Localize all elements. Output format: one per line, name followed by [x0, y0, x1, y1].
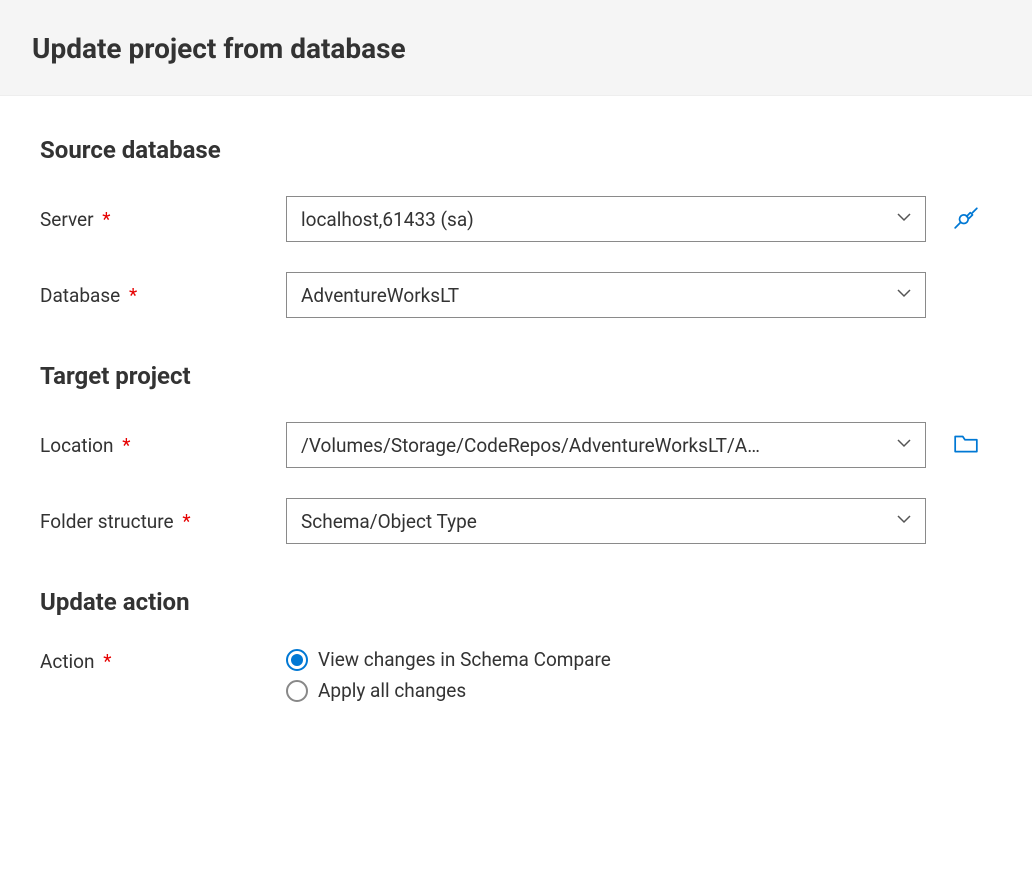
required-asterisk: * — [122, 434, 130, 457]
radio-apply-all[interactable]: Apply all changes — [286, 679, 611, 702]
folder-structure-select-value: Schema/Object Type — [286, 498, 926, 544]
radio-button-checked-icon — [286, 649, 308, 671]
target-project-heading: Target project — [40, 362, 992, 390]
location-select-value: /Volumes/Storage/CodeRepos/AdventureWork… — [286, 422, 926, 468]
dialog-content: Source database Server * localhost,61433… — [0, 96, 1032, 766]
radio-button-unchecked-icon — [286, 680, 308, 702]
database-field-row: Database * AdventureWorksLT — [40, 272, 992, 318]
required-asterisk: * — [102, 208, 110, 231]
location-field-row: Location * /Volumes/Storage/CodeRepos/Ad… — [40, 422, 992, 468]
connect-button[interactable] — [954, 207, 978, 231]
action-radio-group: View changes in Schema Compare Apply all… — [286, 648, 611, 702]
folder-structure-label: Folder structure * — [40, 510, 286, 533]
server-select-value: localhost,61433 (sa) — [286, 196, 926, 242]
server-field-row: Server * localhost,61433 (sa) — [40, 196, 992, 242]
server-label: Server * — [40, 208, 286, 231]
target-project-section: Target project Location * /Volumes/Stora… — [40, 362, 992, 544]
action-field-row: Action * View changes in Schema Compare … — [40, 648, 992, 702]
location-label: Location * — [40, 434, 286, 457]
database-select-value: AdventureWorksLT — [286, 272, 926, 318]
radio-label: View changes in Schema Compare — [318, 648, 611, 671]
server-select[interactable]: localhost,61433 (sa) — [286, 196, 926, 242]
radio-view-changes[interactable]: View changes in Schema Compare — [286, 648, 611, 671]
radio-label: Apply all changes — [318, 679, 466, 702]
folder-icon — [953, 432, 979, 458]
database-select[interactable]: AdventureWorksLT — [286, 272, 926, 318]
required-asterisk: * — [182, 510, 190, 533]
update-action-heading: Update action — [40, 588, 992, 616]
update-action-section: Update action Action * View changes in S… — [40, 588, 992, 702]
browse-folder-button[interactable] — [954, 433, 978, 457]
action-label: Action * — [40, 648, 286, 673]
folder-structure-field-row: Folder structure * Schema/Object Type — [40, 498, 992, 544]
source-database-section: Source database Server * localhost,61433… — [40, 136, 992, 318]
required-asterisk: * — [129, 284, 137, 307]
source-database-heading: Source database — [40, 136, 992, 164]
dialog-title: Update project from database — [32, 32, 1000, 65]
dialog-header: Update project from database — [0, 0, 1032, 96]
connection-plug-icon — [953, 204, 979, 234]
folder-structure-select[interactable]: Schema/Object Type — [286, 498, 926, 544]
required-asterisk: * — [103, 650, 111, 673]
database-label: Database * — [40, 284, 286, 307]
location-select[interactable]: /Volumes/Storage/CodeRepos/AdventureWork… — [286, 422, 926, 468]
